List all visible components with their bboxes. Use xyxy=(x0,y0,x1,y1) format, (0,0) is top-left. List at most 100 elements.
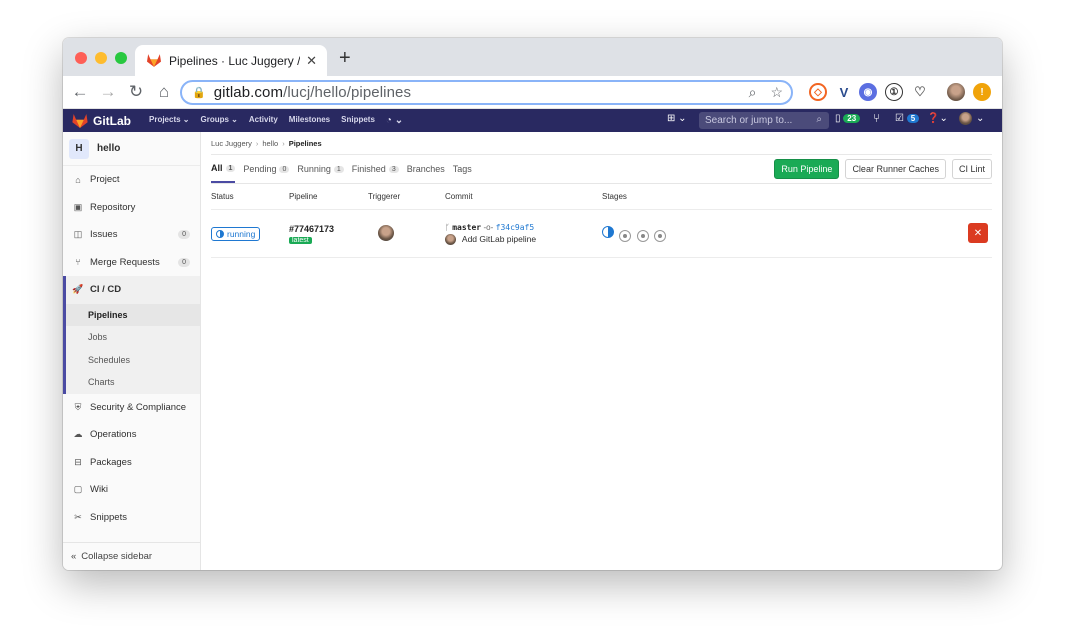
sidebar-item-operations[interactable]: ☁ Operations xyxy=(63,421,200,449)
stage-created-icon[interactable] xyxy=(636,229,649,242)
gitlab-navbar: GitLab Projects ⌄ Groups ⌄ Activity Mile… xyxy=(63,109,1002,132)
help-icon[interactable]: ❓⌄ xyxy=(927,113,948,124)
pocket-icon[interactable]: ♡ xyxy=(911,83,929,101)
breadcrumb-owner[interactable]: Luc Juggery xyxy=(211,139,252,148)
zoom-icon[interactable]: ⌕ xyxy=(749,84,757,101)
nav-projects[interactable]: Projects ⌄ xyxy=(149,115,190,126)
stage-created-icon[interactable] xyxy=(654,229,667,242)
extension-icon[interactable]: ◇ xyxy=(809,83,827,101)
collapse-sidebar-button[interactable]: « Collapse sidebar xyxy=(63,542,200,570)
gitlab-logo[interactable]: GitLab xyxy=(72,113,131,128)
performance-bar-icon[interactable]: ◔ ⌄ xyxy=(386,115,403,126)
commit-sha-link[interactable]: f34c9af5 xyxy=(496,223,535,232)
nav-snippets[interactable]: Snippets xyxy=(341,115,375,126)
tab-running[interactable]: Running 1 xyxy=(297,155,344,183)
commit-author-avatar[interactable] xyxy=(445,234,456,246)
search-icon: ⌕ xyxy=(816,114,822,125)
onepassword-icon[interactable]: ① xyxy=(885,83,903,101)
browser-tab[interactable]: Pipelines · Luc Juggery / hello ✕ xyxy=(135,45,327,76)
breadcrumb-separator-icon: › xyxy=(282,138,285,148)
sidebar-item-cicd[interactable]: 🚀 CI / CD xyxy=(66,276,200,304)
clear-runner-caches-button[interactable]: Clear Runner Caches xyxy=(845,159,946,179)
tab-pending[interactable]: Pending 0 xyxy=(243,155,290,183)
page-body: H hello ⌂ Project ▣ Repository ◫ Issues … xyxy=(63,132,1002,570)
back-icon[interactable]: ← xyxy=(69,82,91,102)
pipeline-id-link[interactable]: #77467173 xyxy=(289,224,368,234)
scissors-icon: ✂ xyxy=(74,511,82,522)
commit-icon: -o- xyxy=(483,222,494,232)
todos-nav-icon[interactable]: ☑ 5 xyxy=(895,113,920,124)
sidebar-item-merge-requests[interactable]: ⑂ Merge Requests 0 xyxy=(63,249,200,277)
merge-requests-count-badge: 0 xyxy=(178,257,190,267)
tab-strip: Pipelines · Luc Juggery / hello ✕ + xyxy=(63,38,1002,76)
breadcrumb-current: Pipelines xyxy=(288,138,322,148)
issues-nav-icon[interactable]: ▯ 23 xyxy=(835,113,861,124)
status-badge[interactable]: running xyxy=(211,226,261,241)
merge-request-icon: ⑂ xyxy=(75,257,81,268)
close-window-button[interactable] xyxy=(75,52,87,64)
url-text: gitlab.com/lucj/hello/pipelines xyxy=(213,84,412,101)
issues-count-badge: 0 xyxy=(178,230,190,240)
address-bar[interactable]: 🔒 gitlab.com/lucj/hello/pipelines ⌕ ☆ xyxy=(180,80,793,105)
stage-created-icon[interactable] xyxy=(619,229,632,242)
main-content: Luc Juggery › hello › Pipelines All 1 Pen… xyxy=(201,132,1002,570)
new-tab-button[interactable]: + xyxy=(339,47,351,70)
sidebar-cicd-section: 🚀 CI / CD Pipelines Jobs Schedules Chart… xyxy=(63,276,200,394)
stage-running-icon[interactable] xyxy=(602,225,614,238)
sidebar-item-snippets[interactable]: ✂ Snippets xyxy=(63,504,200,532)
bookmark-star-icon[interactable]: ☆ xyxy=(770,84,783,101)
tab-all[interactable]: All 1 xyxy=(211,155,236,183)
nav-activity[interactable]: Activity xyxy=(249,115,278,126)
tab-tags[interactable]: Tags xyxy=(453,155,472,183)
breadcrumb-separator-icon: › xyxy=(255,138,259,148)
forward-icon[interactable]: → xyxy=(97,82,119,102)
rocket-icon: 🚀 xyxy=(72,284,84,295)
reload-icon[interactable]: ↻ xyxy=(125,82,147,102)
sidebar-item-issues[interactable]: ◫ Issues 0 xyxy=(63,221,200,249)
sidebar-item-packages[interactable]: ⊟ Packages xyxy=(63,449,200,477)
project-header[interactable]: H hello xyxy=(63,132,200,166)
minimize-window-button[interactable] xyxy=(95,52,107,64)
pipeline-scope-tabs: All 1 Pending 0 Running 1 Finished 3 Branche… xyxy=(211,155,992,184)
column-header-stages: Stages xyxy=(602,192,627,201)
sidebar-item-project[interactable]: ⌂ Project xyxy=(63,166,200,194)
sidebar-subitem-schedules[interactable]: Schedules xyxy=(66,349,200,372)
browser-window: Pipelines · Luc Juggery / hello ✕ + ← → … xyxy=(63,38,1002,570)
ci-lint-button[interactable]: CI Lint xyxy=(951,159,992,179)
breadcrumb-project[interactable]: hello xyxy=(262,139,278,148)
update-alert-icon[interactable]: ! xyxy=(973,83,991,101)
triggerer-avatar[interactable] xyxy=(378,224,394,241)
commit-message-link[interactable]: Add GitLab pipeline xyxy=(462,234,536,244)
tab-finished[interactable]: Finished 3 xyxy=(352,155,399,183)
merge-requests-nav-icon[interactable]: ⑂ xyxy=(873,111,880,125)
browser-toolbar: ← → ↻ ⌂ 🔒 gitlab.com/lucj/hello/pipeline… xyxy=(63,76,1002,109)
home-page-icon[interactable]: ⌂ xyxy=(153,82,175,102)
sidebar-item-repository[interactable]: ▣ Repository xyxy=(63,194,200,222)
profile-avatar[interactable] xyxy=(947,83,965,101)
tab-branches[interactable]: Branches xyxy=(407,155,445,183)
plus-dropdown-icon[interactable]: ⊞ ⌄ xyxy=(667,113,687,124)
cancel-pipeline-button[interactable]: ✕ xyxy=(968,223,988,243)
lock-icon: 🔒 xyxy=(192,87,206,99)
user-menu-avatar[interactable]: ⌄ xyxy=(959,112,984,125)
close-tab-icon[interactable]: ✕ xyxy=(306,53,317,69)
sidebar-item-security[interactable]: ⛨ Security & Compliance xyxy=(63,394,200,422)
nav-groups[interactable]: Groups ⌄ xyxy=(201,115,238,126)
maximize-window-button[interactable] xyxy=(115,52,127,64)
search-input[interactable]: Search or jump to... ⌕ xyxy=(699,112,829,129)
shield-icon: ⛨ xyxy=(74,401,82,412)
breadcrumb: Luc Juggery › hello › Pipelines xyxy=(211,132,992,155)
book-icon: ▣ xyxy=(73,201,83,212)
nav-milestones[interactable]: Milestones xyxy=(289,115,330,126)
branch-link[interactable]: master xyxy=(452,223,481,232)
run-pipeline-button[interactable]: Run Pipeline xyxy=(774,159,840,179)
sidebar-subitem-jobs[interactable]: Jobs xyxy=(66,326,200,349)
book-open-icon: ▢ xyxy=(73,484,83,495)
extension-icon[interactable]: ◉ xyxy=(859,83,877,101)
cloud-icon: ☁ xyxy=(73,429,83,440)
sidebar-item-wiki[interactable]: ▢ Wiki xyxy=(63,476,200,504)
sidebar-subitem-pipelines[interactable]: Pipelines xyxy=(66,303,200,326)
sidebar-subitem-charts[interactable]: Charts xyxy=(66,371,200,394)
project-sidebar: H hello ⌂ Project ▣ Repository ◫ Issues … xyxy=(63,132,201,570)
vue-devtools-icon[interactable]: V xyxy=(835,83,853,101)
